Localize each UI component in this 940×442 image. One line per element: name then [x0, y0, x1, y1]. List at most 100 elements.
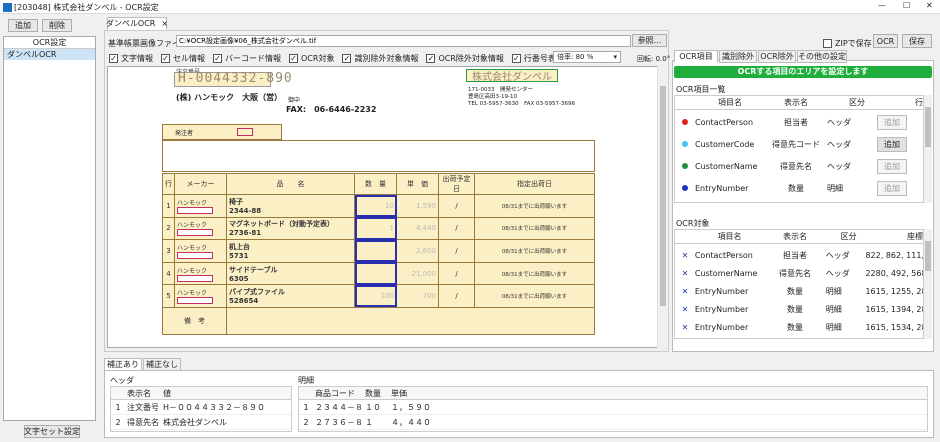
price-cell: 4,440	[396, 216, 439, 241]
item-cell: サイドテーブル 6305	[226, 261, 355, 286]
row-number: 2	[162, 216, 175, 241]
checkbox-box: ✓	[161, 54, 170, 63]
checkbox-label: セル情報	[173, 54, 205, 63]
viewport-vscroll[interactable]	[657, 66, 667, 348]
tab-ocr-items[interactable]: OCR項目	[674, 50, 718, 63]
add-item-button[interactable]: 追加	[877, 136, 907, 152]
maker-ocr-region[interactable]	[177, 297, 213, 305]
tab-ident-exclude[interactable]: 識別除外	[719, 50, 757, 63]
remove-icon[interactable]: ✕	[675, 251, 695, 260]
orderer-region[interactable]	[237, 128, 254, 136]
delete-button[interactable]: 削除	[42, 19, 72, 32]
tab-close-icon[interactable]: ×	[161, 19, 168, 28]
coordinates: 1615, 1394, 28	[865, 304, 923, 314]
checkbox-box: ✓	[213, 54, 222, 63]
option-checkbox[interactable]: ✓ 文字情報	[109, 53, 153, 64]
order-number: H-0044332-890	[178, 71, 293, 86]
color-dot-icon	[675, 163, 695, 169]
quantity-cell[interactable]: 1	[354, 216, 397, 241]
checkbox-box: ✓	[289, 54, 298, 63]
ocr-item-row[interactable]: CustomerCode 得意先コード ヘッダ 追加	[675, 134, 923, 154]
charset-settings-button[interactable]: 文字セット設定	[24, 425, 80, 438]
checkbox-label: バーコード情報	[225, 54, 281, 63]
kind: ヘッダ	[827, 161, 851, 171]
display-name: 数量	[787, 304, 804, 314]
option-checkbox[interactable]: ✓ OCR対象	[289, 53, 334, 64]
quantity-cell[interactable]	[354, 261, 397, 286]
header-name: 注文番号	[127, 403, 159, 412]
save-button[interactable]: 保存	[902, 34, 932, 48]
zoom-select[interactable]: 倍率: 80 % ▾	[553, 51, 621, 63]
close-button[interactable]: ✕	[926, 1, 933, 10]
quantity-cell[interactable]: 100	[354, 284, 397, 308]
checkbox-label: OCR除外対象情報	[438, 54, 504, 63]
set-area-button[interactable]: OCRする項目のエリアを設定します	[674, 66, 932, 78]
ocr-target-row[interactable]: ✕ ContactPerson 担当者 ヘッダ 822, 862, 111,	[675, 247, 923, 263]
note-cell: 08/31までに出荷願います	[474, 261, 595, 286]
ocr-item-row[interactable]: CustomerName 得意先名 ヘッダ 追加	[675, 156, 923, 176]
quantity-cell[interactable]: 10	[354, 194, 397, 218]
add-button[interactable]: 追加	[8, 19, 38, 32]
maker-ocr-region[interactable]	[177, 229, 213, 237]
ocr-button[interactable]: OCR	[873, 34, 898, 48]
ocr-target-row[interactable]: ✕ CustomerName 得意先名 ヘッダ 2280, 492, 568	[675, 265, 923, 281]
add-item-button[interactable]: 追加	[877, 158, 907, 174]
color-dot-icon	[675, 119, 695, 125]
option-checkbox[interactable]: ✓ OCR除外対象情報	[426, 53, 504, 64]
col-header: 座標	[906, 232, 923, 241]
minimize-button[interactable]: —	[878, 1, 886, 10]
zip-checkbox[interactable]: ZIPで保存	[823, 38, 872, 49]
image-viewport[interactable]: 注文番号 H-0044332-890 株式会社ダンペル (株) ハンモック 大阪…	[107, 66, 667, 348]
col-header: 表示名	[784, 98, 808, 107]
row-number: 1	[162, 194, 175, 218]
table-row[interactable]: 2 ２７３６－８１１ ４，４４０	[299, 416, 927, 430]
product-code: ２７３６－８１	[315, 418, 363, 427]
option-checkbox[interactable]: ✓ バーコード情報	[213, 53, 281, 64]
customer-name-region[interactable]: 株式会社ダンペル	[466, 69, 558, 83]
ocr-target-row[interactable]: ✕ EntryNumber 数量 明細 1615, 1255, 28	[675, 283, 923, 299]
maker-name: ハンモック	[177, 267, 208, 275]
ocr-item-row[interactable]: ContactPerson 担当者 ヘッダ 追加	[675, 112, 923, 132]
kind: ヘッダ	[827, 117, 851, 127]
table-row[interactable]: 1 注文番号 H－００４４３３２－８９０	[111, 401, 291, 415]
item-name: EntryNumber	[694, 322, 749, 332]
option-checkbox[interactable]: ✓ セル情報	[161, 53, 205, 64]
ocr-setting-header: OCR設定	[4, 37, 95, 49]
table-row[interactable]: 2 得意先名 株式会社ダンペル	[111, 416, 291, 430]
ocr-target-row[interactable]: ✕ EntryNumber 数量 明細 1615, 1394, 28	[675, 301, 923, 317]
price-cell: 1,590	[396, 194, 439, 218]
add-item-button[interactable]: 追加	[877, 180, 907, 196]
quantity: １	[365, 418, 373, 427]
maximize-button[interactable]: ☐	[903, 1, 910, 10]
maker-ocr-region[interactable]	[177, 274, 213, 282]
kind: 明細	[825, 322, 842, 332]
ocr-items-vscroll[interactable]	[924, 95, 932, 203]
scroll-thumb[interactable]	[660, 86, 666, 306]
quantity-cell[interactable]	[354, 239, 397, 263]
price-cell: 2,600	[396, 239, 439, 263]
ocr-target-vscroll[interactable]	[924, 229, 932, 339]
tab-ocr-exclude[interactable]: OCR除外	[758, 50, 796, 63]
remove-icon[interactable]: ✕	[675, 305, 695, 314]
item-name: マグネットボード（対動予定表）	[229, 220, 334, 229]
remove-icon[interactable]: ✕	[675, 269, 695, 278]
add-item-button[interactable]: 追加	[877, 114, 907, 130]
tab-document[interactable]: ダンペルOCR ×	[106, 17, 168, 30]
table-row[interactable]: 1 ２３４４－８８１０ １，５９０	[299, 401, 927, 415]
remove-icon[interactable]: ✕	[675, 287, 695, 296]
ocr-target-row[interactable]: ✕ EntryNumber 数量 明細 1615, 1534, 28	[675, 319, 923, 335]
option-checkbox[interactable]: ✓ 識別除外対象情報	[342, 53, 418, 64]
ocr-setting-item[interactable]: ダンペルOCR	[4, 49, 95, 60]
ship-date-cell: /	[438, 194, 475, 218]
ocr-item-row[interactable]: EntryNumber 数量 明細 追加	[675, 178, 923, 198]
display-name: 担当者	[784, 117, 808, 127]
maker-ocr-region[interactable]	[177, 206, 213, 214]
tab-other-settings[interactable]: その他の設定	[797, 50, 847, 63]
maker-cell: ハンモック	[174, 216, 227, 241]
price-cell: 21,000	[396, 261, 439, 286]
file-path-input[interactable]	[176, 35, 631, 47]
color-dot	[682, 185, 688, 191]
maker-ocr-region[interactable]	[177, 251, 213, 259]
remove-icon[interactable]: ✕	[675, 323, 695, 332]
browse-button[interactable]: 参照...	[632, 34, 667, 47]
